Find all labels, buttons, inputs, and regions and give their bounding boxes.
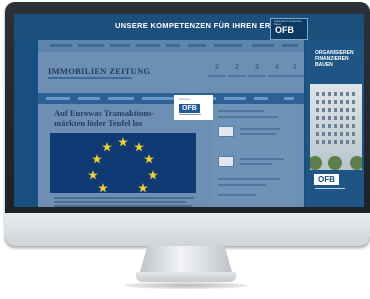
right-column-teasers [212, 104, 296, 204]
teaser-thumbnail[interactable] [218, 156, 234, 167]
banner-ofb-logo[interactable]: Organisieren Finanzieren Bauen OFB [270, 18, 308, 40]
nav-item[interactable] [224, 97, 246, 100]
stat-label [208, 75, 226, 77]
stat-value: 4 [275, 64, 279, 71]
teaser-text [218, 184, 266, 186]
masthead-logo[interactable]: IMMOBILIEN ZEITUNG [48, 66, 150, 76]
news-page: IMMOBILIEN ZEITUNG 2 2 3 4 1 Auf Eurowas… [38, 40, 304, 207]
banner-tagline: UNSERE KOMPETENZEN FÜR IHREN ERFOLG [115, 21, 293, 30]
popup-subtitle-line [179, 114, 201, 115]
sidebar-ad-text: ORGANISIEREN FINANZIEREN BAUEN [315, 50, 354, 68]
stat-value: 2 [235, 64, 239, 71]
search-icon[interactable] [284, 97, 294, 100]
sidebar-logo-subtitle [315, 188, 345, 189]
teaser-title [218, 116, 278, 118]
stat-value: 3 [255, 64, 259, 71]
stat-item: 2 [228, 64, 246, 94]
caption-text-line [54, 201, 186, 203]
caption-text-line [54, 197, 194, 199]
teaser-text [240, 128, 280, 130]
top-ad-banner[interactable]: UNSERE KOMPETENZEN FÜR IHREN ERFOLG Orga… [14, 14, 364, 40]
teaser-text [218, 178, 280, 180]
teaser-thumbnail[interactable] [218, 126, 234, 137]
stat-value: 2 [215, 64, 219, 71]
monitor-stand-neck [140, 246, 232, 272]
utility-link[interactable] [136, 44, 160, 47]
nav-item[interactable] [254, 97, 268, 100]
stat-label [286, 75, 304, 77]
popup-small-text: Teilnahme [179, 98, 191, 101]
utility-link[interactable] [214, 44, 242, 47]
masthead-subtitle [48, 77, 132, 79]
stat-item: 4 [268, 64, 286, 94]
article-headline[interactable]: Auf Eurowas Transaktions- märkten löder … [54, 108, 154, 128]
nav-item[interactable] [108, 97, 134, 100]
teaser-title [218, 110, 264, 112]
utility-link[interactable] [282, 44, 298, 47]
stat-value: 1 [293, 64, 297, 71]
monitor-chin [5, 213, 370, 246]
utility-link[interactable] [110, 44, 130, 47]
banner-logo-text: OFB [275, 25, 294, 35]
sidebar-ofb-logo: OFB [314, 174, 339, 185]
monitor-bezel: UNSERE KOMPETENZEN FÜR IHREN ERFOLG Orga… [5, 2, 370, 246]
utility-link[interactable] [166, 44, 180, 47]
teaser-text [240, 158, 284, 160]
utility-link[interactable] [78, 44, 104, 47]
stat-label [248, 75, 266, 77]
ofb-popup-card[interactable]: Teilnahme OFB [174, 95, 213, 120]
utility-link[interactable] [188, 44, 206, 47]
teaser-text [240, 163, 272, 165]
main-navigation [38, 93, 304, 104]
stat-item: 2 [208, 64, 226, 94]
stat-item: 1 [286, 64, 304, 94]
teaser-text [240, 133, 276, 135]
stat-label [268, 75, 286, 77]
teaser-text [218, 194, 256, 196]
building-image [310, 84, 362, 170]
utility-link[interactable] [50, 44, 72, 47]
utility-bar [38, 40, 304, 52]
stand-shadow [124, 282, 248, 289]
stat-label [228, 75, 246, 77]
caption-text-line [54, 205, 192, 207]
monitor-screen: UNSERE KOMPETENZEN FÜR IHREN ERFOLG Orga… [14, 14, 364, 207]
popup-ofb-logo: OFB [179, 104, 200, 113]
stat-item: 3 [248, 64, 266, 94]
eu-flag-graphic [50, 133, 196, 193]
sidebar-ad[interactable]: ORGANISIEREN FINANZIEREN BAUEN OFB [306, 40, 364, 207]
utility-link[interactable] [252, 44, 274, 47]
nav-item[interactable] [46, 97, 70, 100]
eu-flag-image[interactable] [50, 133, 196, 193]
nav-item[interactable] [78, 97, 100, 100]
monitor-stand-base [136, 272, 236, 282]
